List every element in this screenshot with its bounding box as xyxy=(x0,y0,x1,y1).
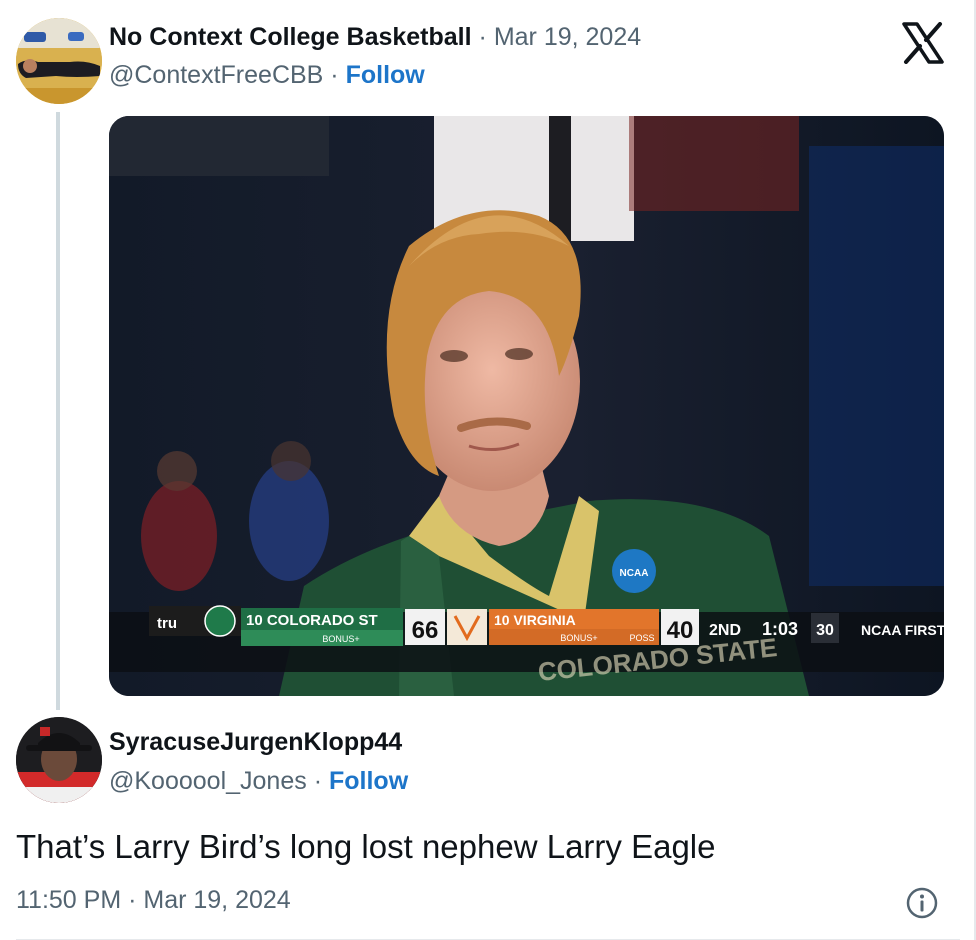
original-author-avatar[interactable] xyxy=(16,18,102,104)
team1-score: 66 xyxy=(412,617,439,644)
team2-name: 10 VIRGINIA xyxy=(494,612,576,628)
follow-button-original[interactable]: Follow xyxy=(346,61,425,89)
ticker-text: NCAA FIRST xyxy=(861,622,944,638)
team2-bonus: BONUS+ xyxy=(560,633,597,643)
basketball-player-broadcast-frame: NCAA tru 10 COLORADO ST BONUS+ 66 10 VIR… xyxy=(109,116,944,696)
reply-author-name[interactable]: SyracuseJurgenKlopp44 xyxy=(109,728,402,757)
original-author-line: No Context College Basketball · Mar 19, … xyxy=(109,23,641,52)
separator-dot: · xyxy=(313,767,323,795)
separator-dot: · xyxy=(478,23,487,51)
team1-bonus: BONUS+ xyxy=(322,634,359,644)
original-author-name[interactable]: No Context College Basketball xyxy=(109,23,472,51)
team1-name: 10 COLORADO ST xyxy=(246,612,378,629)
original-handle-line: @ContextFreeCBB · Follow xyxy=(109,61,425,90)
follow-button-reply[interactable]: Follow xyxy=(329,767,408,795)
separator-dot: · xyxy=(330,61,339,89)
avatar-basketball-scene xyxy=(16,18,102,104)
reply-author-avatar[interactable] xyxy=(16,717,102,803)
reply-handle-line: @Koooool_Jones · Follow xyxy=(109,767,408,796)
network-logo-text: tru xyxy=(157,615,177,632)
team2-possession: POSS xyxy=(629,633,654,643)
team2-score: 40 xyxy=(667,617,694,644)
thread-connector-line xyxy=(56,112,60,710)
reply-timestamp[interactable]: 11:50 PM · Mar 19, 2024 xyxy=(16,886,291,915)
tweet-media-image[interactable]: NCAA tru 10 COLORADO ST BONUS+ 66 10 VIR… xyxy=(109,116,944,696)
reply-author-handle[interactable]: @Koooool_Jones xyxy=(109,767,307,795)
avatar-player-portrait xyxy=(16,717,102,803)
original-author-handle[interactable]: @ContextFreeCBB xyxy=(109,61,323,89)
reply-tweet-text: That’s Larry Bird’s long lost nephew Lar… xyxy=(16,828,716,865)
original-tweet-date[interactable]: Mar 19, 2024 xyxy=(494,23,641,51)
info-icon[interactable] xyxy=(905,886,939,920)
x-logo-icon[interactable] xyxy=(902,22,944,64)
shot-clock: 30 xyxy=(816,622,834,639)
ncaa-badge-text: NCAA xyxy=(620,568,649,579)
